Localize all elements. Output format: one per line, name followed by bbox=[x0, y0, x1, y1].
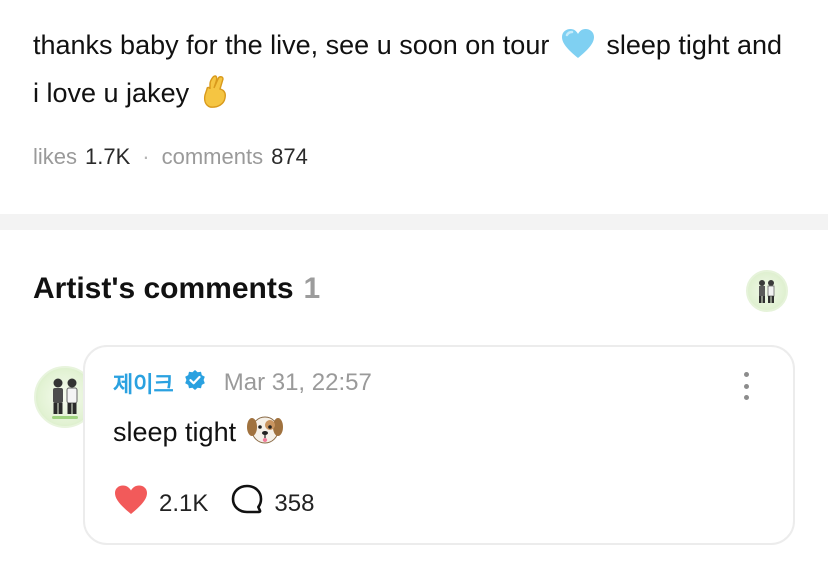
heart-icon bbox=[113, 484, 149, 523]
comment-actions: 2.1K 358 bbox=[113, 483, 314, 524]
comment-header: 제이크 Mar 31, 22:57 bbox=[113, 367, 372, 399]
comment-author-name[interactable]: 제이크 bbox=[113, 367, 174, 399]
blue-heart-icon bbox=[561, 28, 595, 72]
comments-count[interactable]: 874 bbox=[271, 144, 308, 170]
speech-bubble-icon bbox=[230, 483, 264, 524]
post-text: thanks baby for the live, see u soon on … bbox=[33, 24, 793, 120]
like-button[interactable]: 2.1K bbox=[113, 484, 208, 523]
dog-face-icon bbox=[246, 412, 284, 453]
artist-comments-count: 1 bbox=[303, 272, 321, 305]
section-divider bbox=[0, 214, 828, 230]
comment-timestamp: Mar 31, 22:57 bbox=[223, 369, 372, 396]
comments-label: comments bbox=[161, 144, 264, 169]
like-count: 2.1K bbox=[159, 489, 209, 517]
crossed-fingers-icon bbox=[201, 74, 229, 120]
likes-count[interactable]: 1.7K bbox=[85, 144, 130, 170]
likes-label: likes bbox=[33, 144, 78, 169]
post-stats: likes 1.7K · comments 874 bbox=[33, 144, 308, 170]
post-text-part1: thanks baby for the live, see u soon on … bbox=[33, 30, 550, 60]
verified-badge-icon bbox=[184, 369, 206, 398]
comment-text: sleep tight bbox=[113, 417, 237, 447]
more-dot-icon bbox=[743, 372, 749, 377]
artist-comments-title: Artist's comments bbox=[33, 272, 294, 305]
artist-comments-header: Artist's comments 1 bbox=[33, 272, 320, 306]
artist-avatar-small[interactable] bbox=[746, 270, 788, 312]
reply-button[interactable]: 358 bbox=[230, 483, 314, 524]
stats-separator: · bbox=[142, 144, 150, 169]
more-dot-icon bbox=[743, 395, 749, 400]
reply-count: 358 bbox=[274, 489, 315, 517]
comment-body: sleep tight bbox=[113, 412, 284, 453]
more-dot-icon bbox=[743, 383, 749, 389]
more-options-button[interactable] bbox=[736, 372, 756, 400]
